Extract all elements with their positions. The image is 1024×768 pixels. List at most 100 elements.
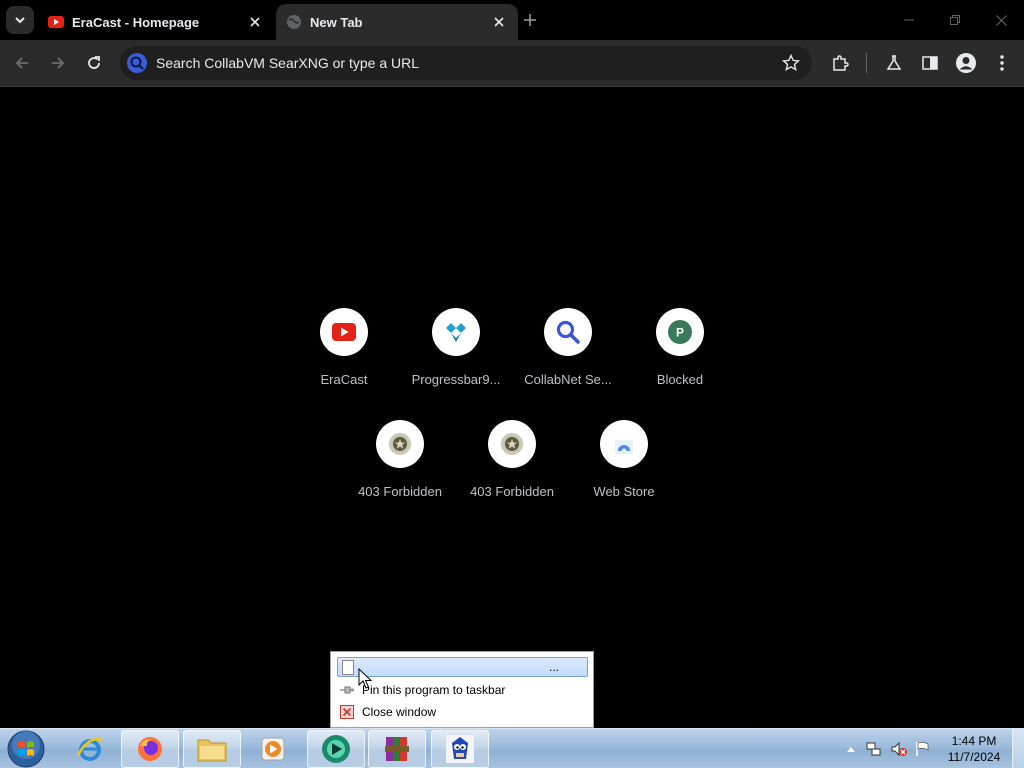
youtube-icon [48, 14, 64, 30]
sonic-app-icon [446, 735, 474, 763]
tab-new-tab[interactable]: New Tab [276, 4, 518, 40]
badge-icon [501, 433, 523, 455]
shortcut-label: 403 Forbidden [470, 484, 554, 499]
media-player-icon [261, 737, 285, 761]
clock-date: 11/7/2024 [947, 750, 1001, 764]
internet-explorer-icon [76, 738, 103, 761]
toolbar-separator [866, 53, 867, 73]
shortcut-403-forbidden-1[interactable]: 403 Forbidden [344, 420, 456, 516]
shortcut-tile [320, 308, 368, 356]
taskbar-file-explorer[interactable] [183, 730, 241, 768]
flag-icon [916, 741, 929, 756]
close-window-label: Close window [362, 705, 437, 719]
volume-muted-icon [891, 741, 907, 757]
restore-button[interactable] [940, 8, 970, 32]
progressbar-icon [446, 323, 466, 342]
address-input[interactable] [156, 55, 766, 71]
avatar-icon [956, 53, 976, 73]
shortcut-collabnet[interactable]: CollabNet Se... [512, 308, 624, 404]
back-button[interactable] [8, 49, 36, 77]
shortcut-label: EraCast [320, 372, 368, 387]
shortcut-web-store[interactable]: Web Store [568, 420, 680, 516]
extensions-button[interactable] [826, 49, 854, 77]
shortcut-label: Blocked [656, 372, 704, 387]
browser-toolbar [0, 40, 1024, 86]
search-engine-icon [126, 52, 148, 74]
pin-to-taskbar-label: Pin this program to taskbar [362, 683, 506, 697]
file-explorer-icon [197, 739, 227, 762]
close-icon [995, 14, 1007, 26]
bookmark-star-icon[interactable] [780, 52, 802, 74]
action-center-tray-icon[interactable] [915, 741, 931, 757]
shortcut-tile [376, 420, 424, 468]
chrome-app-icon [322, 735, 350, 763]
tab-title: EraCast - Homepage [72, 14, 200, 30]
new-tab-button[interactable] [520, 10, 540, 30]
menu-button[interactable] [988, 49, 1016, 77]
clock-time: 1:44 PM [951, 734, 997, 748]
shortcut-tile [600, 420, 648, 468]
tab-strip: EraCast - Homepage New Tab [0, 0, 1024, 40]
tab-eracast[interactable]: EraCast - Homepage [38, 4, 274, 40]
taskbar-firefox[interactable] [121, 730, 179, 768]
document-icon [342, 660, 354, 675]
firefox-icon [138, 737, 162, 761]
taskbar-winrar[interactable] [368, 730, 426, 768]
shortcut-blocked[interactable]: P Blocked [624, 308, 736, 404]
close-window-item[interactable]: Close window [339, 702, 589, 722]
network-tray-icon[interactable] [866, 741, 882, 757]
desktop-screen: EraCast - Homepage New Tab Search Collab… [0, 0, 1024, 768]
minimize-button[interactable] [894, 8, 924, 32]
start-button[interactable] [4, 730, 48, 768]
shortcut-label: CollabNet Se... [524, 372, 612, 387]
flask-icon [886, 55, 902, 70]
shortcut-tile: P [656, 308, 704, 356]
plus-icon [524, 14, 536, 26]
shortcut-label: Web Store [593, 484, 655, 499]
forward-button[interactable] [44, 49, 72, 77]
profile-button[interactable] [952, 49, 980, 77]
restore-icon [950, 15, 960, 25]
close-window-button[interactable] [986, 8, 1016, 32]
puzzle-icon [833, 55, 849, 71]
show-hidden-icons-button[interactable] [843, 741, 859, 757]
pin-to-taskbar-item[interactable]: Pin this program to taskbar [339, 680, 589, 700]
network-icon [866, 742, 881, 756]
side-panel-button[interactable] [916, 49, 944, 77]
shortcut-eracast[interactable]: EraCast [288, 308, 400, 404]
show-desktop-button[interactable] [1012, 729, 1024, 768]
arrow-left-icon [15, 57, 28, 69]
taskbar-media-player[interactable] [244, 730, 302, 768]
p-letter-icon: P [668, 320, 692, 344]
taskbar-internet-explorer[interactable] [61, 730, 119, 768]
volume-tray-icon[interactable] [891, 741, 907, 757]
webstore-icon [615, 440, 633, 454]
shortcut-tile [432, 308, 480, 356]
badge-icon [389, 433, 411, 455]
shortcut-label: Progressbar9... [411, 372, 501, 387]
more-vert-icon [1000, 55, 1004, 71]
shortcut-label: 403 Forbidden [358, 484, 442, 499]
chevron-up-icon [847, 747, 855, 752]
taskbar-sonic-app[interactable] [431, 730, 489, 768]
toolbar-divider [0, 86, 1024, 87]
shortcut-403-forbidden-2[interactable]: 403 Forbidden [456, 420, 568, 516]
arrow-right-icon [52, 57, 65, 69]
windows-taskbar: 1:44 PM 11/7/2024 [0, 728, 1024, 768]
reload-icon [88, 56, 100, 69]
mouse-cursor-icon [358, 668, 372, 689]
side-panel-icon [922, 56, 938, 70]
taskbar-clock[interactable]: 1:44 PM 11/7/2024 [942, 733, 1006, 765]
taskbar-chrome-app[interactable] [307, 730, 365, 768]
jump-list-app-title[interactable]: ... [337, 657, 588, 677]
close-tab-icon[interactable] [246, 13, 264, 31]
close-window-icon [339, 705, 355, 719]
address-bar[interactable] [120, 46, 812, 80]
close-tab-icon[interactable] [490, 13, 508, 31]
labs-button[interactable] [880, 49, 908, 77]
tab-search-button[interactable] [6, 6, 34, 34]
reload-button[interactable] [80, 49, 108, 77]
shortcut-tile [544, 308, 592, 356]
shortcut-progressbar[interactable]: Progressbar9... [400, 308, 512, 404]
youtube-icon [332, 323, 356, 341]
